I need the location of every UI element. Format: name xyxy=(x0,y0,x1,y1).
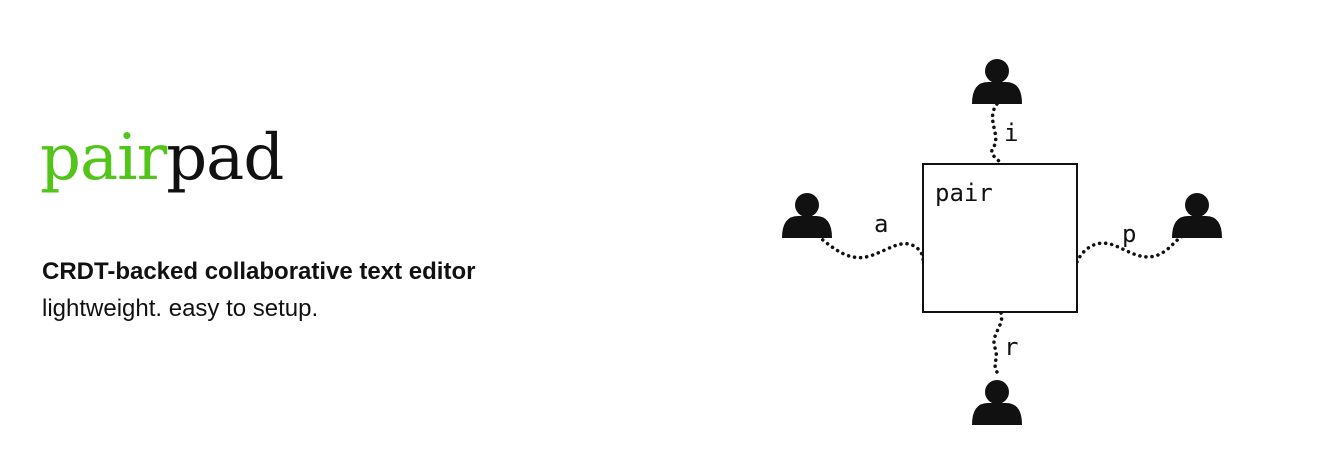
user-char-top: i xyxy=(1004,119,1018,147)
connection-top xyxy=(990,102,1003,166)
user-icon xyxy=(1172,193,1222,238)
user-char-bottom: r xyxy=(1004,333,1018,361)
user-icon xyxy=(782,193,832,238)
user-char-left: a xyxy=(874,210,888,238)
collaboration-diagram: pair i a p r xyxy=(782,59,1222,425)
user-icon xyxy=(972,380,1022,425)
connection-bottom xyxy=(992,311,1004,374)
user-icon xyxy=(972,59,1022,104)
user-char-right: p xyxy=(1122,220,1136,248)
document-text: pair xyxy=(935,179,993,207)
connection-left xyxy=(816,234,925,264)
